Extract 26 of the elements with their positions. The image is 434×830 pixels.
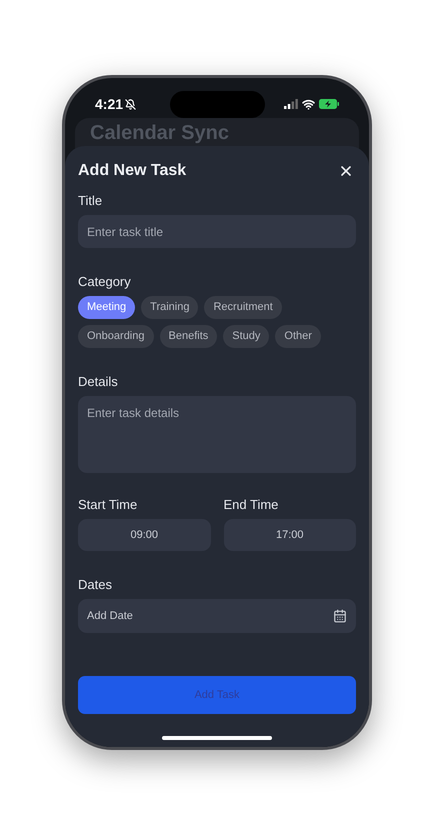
field-label: Dates	[78, 577, 113, 593]
category-chip[interactable]: Study	[223, 325, 270, 348]
close-icon	[338, 163, 354, 179]
category-chip[interactable]: Training	[141, 296, 198, 319]
field-label: Title	[78, 193, 104, 209]
title-input-field[interactable]: Enter task title	[78, 215, 356, 248]
bell-off-icon	[125, 98, 136, 110]
date-picker-field[interactable]: Add Date	[78, 599, 356, 633]
signal-icon	[284, 99, 298, 109]
field-label: Category	[78, 274, 132, 290]
field-label: Start Time	[78, 497, 138, 513]
details-input-field[interactable]: Enter task details	[78, 396, 356, 473]
time-picker-button[interactable]: 09:00	[78, 519, 210, 551]
category-chip[interactable]: Recruitment	[204, 296, 282, 319]
category-chip[interactable]: Other	[275, 325, 321, 348]
category-chip[interactable]: Benefits	[160, 325, 218, 348]
category-chip[interactable]: Onboarding	[78, 325, 154, 348]
sheet-title: Add New Task	[78, 161, 186, 181]
field-label: End Time	[224, 497, 280, 513]
time-picker-button[interactable]: 17:00	[224, 519, 356, 551]
battery-charging-icon	[319, 99, 339, 109]
category-chip[interactable]: Meeting	[78, 296, 136, 319]
field-label: Details	[78, 374, 119, 390]
status-time: 4:21	[95, 94, 124, 114]
wifi-icon	[302, 98, 315, 110]
calendar-icon	[333, 609, 347, 623]
